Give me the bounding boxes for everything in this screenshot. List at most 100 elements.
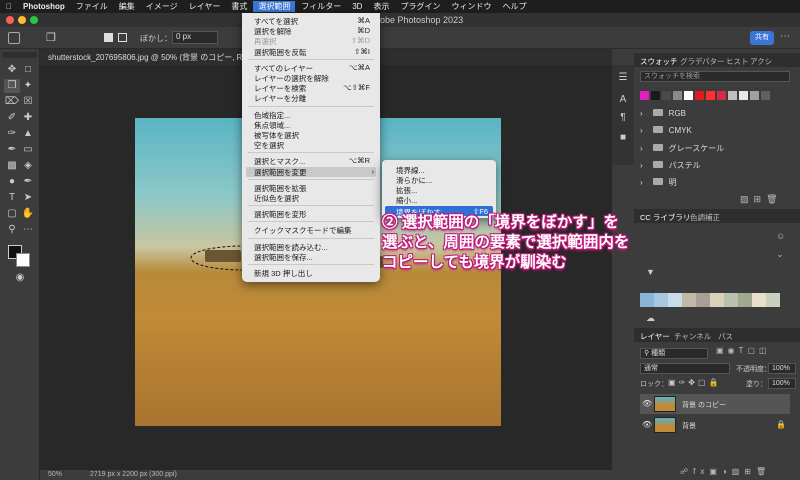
shapes-panel-icon[interactable]: ■ (615, 131, 631, 145)
toolbox-grip[interactable] (3, 52, 37, 58)
apple-icon[interactable]:  (6, 2, 12, 11)
layer-row-background-copy[interactable]: 👁 背景 のコピー (640, 394, 790, 414)
swatch-search-input[interactable]: スウォッチを検索 (640, 71, 790, 82)
brush-tool-icon[interactable]: ✑ (4, 127, 20, 141)
menu-window[interactable]: ウィンドウ (451, 1, 491, 12)
menu-dots-icon[interactable]: ⋯ (780, 31, 790, 42)
layer-filter-select[interactable]: ⚲ 種類 (640, 348, 708, 359)
history-brush-icon[interactable]: ✒ (4, 143, 20, 157)
select-menu-item[interactable]: 選択範囲を変更 (254, 167, 307, 178)
layers-footer-icons[interactable]: ☍fx▣◑▨⊞🗑 (680, 467, 771, 476)
move-tool-icon[interactable]: ✥ (4, 63, 20, 77)
menu-image[interactable]: イメージ (146, 1, 178, 12)
eraser-icon[interactable]: ▭ (20, 143, 36, 157)
menu-help[interactable]: ヘルプ (502, 1, 526, 12)
path-select-icon[interactable]: ➤ (20, 191, 36, 205)
zoom-tool-icon[interactable]: ⚲ (4, 223, 20, 237)
cloud-icon[interactable]: ☁ (646, 313, 655, 324)
select-menu-item[interactable]: 新規 3D 押し出し (254, 268, 313, 279)
close-window-button[interactable] (6, 16, 14, 24)
tab-gradients[interactable]: グラデ (680, 56, 703, 67)
tab-layers[interactable]: レイヤー (640, 331, 670, 342)
share-button[interactable]: 共有 (750, 31, 774, 45)
magic-wand-icon[interactable]: ✦ (20, 79, 36, 93)
color-swatch[interactable] (695, 91, 704, 100)
menu-select[interactable]: 選択範囲 (253, 1, 296, 12)
artboard-tool-icon[interactable]: □ (20, 63, 36, 77)
quick-mask-icon[interactable]: ◉ (12, 271, 28, 285)
zoom-level[interactable]: 50% (48, 471, 62, 478)
select-menu-item[interactable]: 選択範囲を反転 (254, 47, 307, 58)
menu-view[interactable]: 表示 (373, 1, 389, 12)
paragraph-panel-icon[interactable]: ¶ (615, 111, 631, 125)
zoom-window-button[interactable] (30, 16, 38, 24)
menu-3d[interactable]: 3D (352, 2, 362, 11)
menu-filter[interactable]: フィルター (301, 1, 341, 12)
select-menu-item[interactable]: 選択範囲を変形 (254, 209, 307, 220)
visibility-eye-icon[interactable]: 👁 (642, 420, 652, 429)
swatch-folder-pastel[interactable]: › パステル (640, 160, 701, 171)
library-color-chip[interactable] (668, 293, 682, 307)
library-color-chip[interactable] (724, 293, 738, 307)
submenu-item-contract[interactable]: 縮小... (396, 195, 417, 206)
menu-plugins[interactable]: プラグイン (400, 1, 440, 12)
clone-stamp-icon[interactable]: ▲ (20, 127, 36, 141)
swatch-folder-cmyk[interactable]: › CMYK (640, 126, 692, 135)
select-menu-item[interactable]: クイックマスクモードで編集 (254, 225, 352, 236)
dodge-tool-icon[interactable]: ● (4, 175, 20, 189)
blend-mode-select[interactable]: 通常 (640, 363, 730, 374)
account-icon[interactable]: ☺ (776, 231, 785, 241)
color-swatch[interactable] (750, 91, 759, 100)
layer-row-background[interactable]: 👁 背景 🔒 (640, 415, 790, 435)
library-color-chip[interactable] (752, 293, 766, 307)
document-tab[interactable]: shutterstock_207695806.jpg @ 50% (背景 のコピ… (48, 52, 261, 63)
type-tool-icon[interactable]: T (4, 191, 20, 205)
swatch-folder-rgb[interactable]: › RGB (640, 109, 686, 118)
tab-paths[interactable]: パス (718, 331, 733, 342)
color-swatch[interactable] (739, 91, 748, 100)
trash-icon[interactable]: 🗑 (766, 194, 777, 204)
tab-channels[interactable]: チャンネル (674, 331, 711, 342)
opacity-input[interactable]: 100% (768, 363, 796, 374)
library-color-chip[interactable] (682, 293, 696, 307)
color-swatch[interactable] (640, 91, 649, 100)
tab-actions[interactable]: アクシ (750, 56, 772, 67)
menu-layer[interactable]: レイヤー (189, 1, 221, 12)
library-color-chip[interactable] (654, 293, 668, 307)
eyedropper-icon[interactable]: ✐ (4, 111, 20, 125)
gradient-tool-icon[interactable]: ▩ (4, 159, 20, 173)
background-color-swatch[interactable] (16, 253, 30, 267)
select-menu-item[interactable]: 近似色を選択 (254, 193, 299, 204)
library-color-chip[interactable] (738, 293, 752, 307)
crop-tool-icon[interactable]: ⌦ (4, 95, 20, 109)
tab-histogram[interactable]: ヒスト (726, 56, 749, 67)
properties-panel-icon[interactable]: ☰ (615, 71, 631, 85)
swatch-folder-grayscale[interactable]: › グレースケール (640, 143, 724, 154)
library-color-chip[interactable] (710, 293, 724, 307)
menu-photoshop[interactable]: Photoshop (23, 2, 65, 11)
rectangle-tool-icon[interactable]: ▢ (4, 207, 20, 221)
color-swatch[interactable] (728, 91, 737, 100)
color-swatch[interactable] (706, 91, 715, 100)
more-tools-icon[interactable]: ⋯ (20, 223, 36, 237)
select-menu-item[interactable]: レイヤーを分離 (254, 93, 306, 104)
select-menu-item[interactable]: 選択範囲を保存... (254, 252, 313, 263)
new-swatch-icon[interactable]: ⊞ (754, 194, 762, 204)
frame-tool-icon[interactable]: ☒ (20, 95, 36, 109)
tab-patterns[interactable]: パター (702, 56, 725, 67)
feather-input[interactable]: 0 px (172, 31, 218, 44)
lasso-tool-preset-icon[interactable]: ❒ (46, 31, 56, 44)
library-color-chip[interactable] (766, 293, 780, 307)
color-swatch[interactable] (761, 91, 770, 100)
menu-file[interactable]: ファイル (76, 1, 108, 12)
menu-edit[interactable]: 編集 (119, 1, 135, 12)
character-panel-icon[interactable]: A (615, 93, 631, 107)
hand-tool-icon[interactable]: ✋ (20, 207, 36, 221)
chevron-down-icon[interactable]: ⌄ (776, 249, 784, 260)
minimize-window-button[interactable] (18, 16, 26, 24)
new-group-icon[interactable]: ▨ (740, 194, 749, 204)
visibility-eye-icon[interactable]: 👁 (642, 399, 652, 408)
healing-brush-icon[interactable]: ✚ (20, 111, 36, 125)
fill-input[interactable]: 100% (768, 378, 796, 389)
color-swatch[interactable] (651, 91, 660, 100)
